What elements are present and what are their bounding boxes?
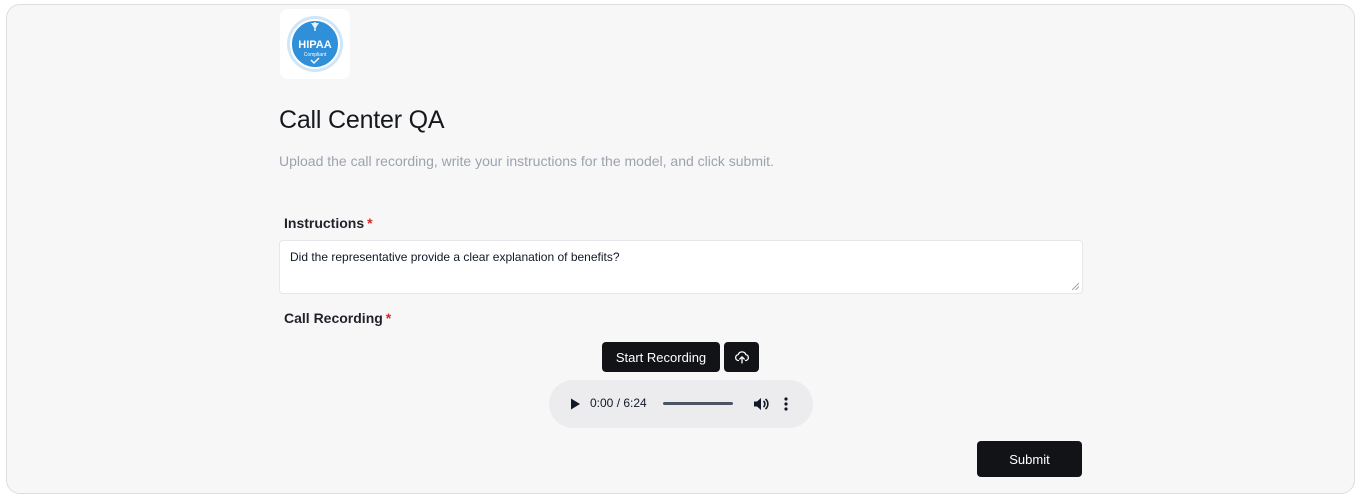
more-options-icon[interactable] — [781, 395, 791, 413]
hipaa-logo: HIPAA Compliant — [280, 9, 350, 79]
hipaa-compliant-badge-icon: HIPAA Compliant — [287, 16, 343, 72]
logo-main-text: HIPAA — [298, 39, 331, 51]
upload-button[interactable] — [724, 342, 759, 372]
audio-time-display: 0:00 / 6:24 — [590, 396, 647, 410]
submit-button[interactable]: Submit — [977, 441, 1082, 477]
page-title: Call Center QA — [279, 106, 445, 134]
required-marker: * — [385, 310, 392, 326]
start-recording-button[interactable]: Start Recording — [602, 342, 720, 372]
instructions-label-text: Instructions — [284, 215, 365, 231]
play-icon[interactable] — [568, 397, 582, 411]
app-panel: HIPAA Compliant Call Center QA Upload th… — [6, 4, 1355, 494]
page-subtitle: Upload the call recording, write your in… — [279, 153, 774, 169]
recording-label: Call Recording * — [284, 310, 391, 326]
volume-icon[interactable] — [752, 395, 770, 413]
audio-player: 0:00 / 6:24 — [549, 380, 813, 428]
instructions-textarea[interactable]: Did the representative provide a clear e… — [280, 241, 1082, 293]
logo-sub-text: Compliant — [304, 52, 327, 58]
recording-label-text: Call Recording — [284, 310, 383, 326]
required-marker: * — [367, 215, 373, 231]
instructions-field-container: Did the representative provide a clear e… — [279, 240, 1083, 294]
resize-handle-icon[interactable] — [1071, 282, 1079, 290]
cloud-upload-icon — [734, 351, 749, 364]
instructions-label: Instructions * — [284, 215, 373, 231]
audio-progress-slider[interactable] — [663, 402, 733, 405]
